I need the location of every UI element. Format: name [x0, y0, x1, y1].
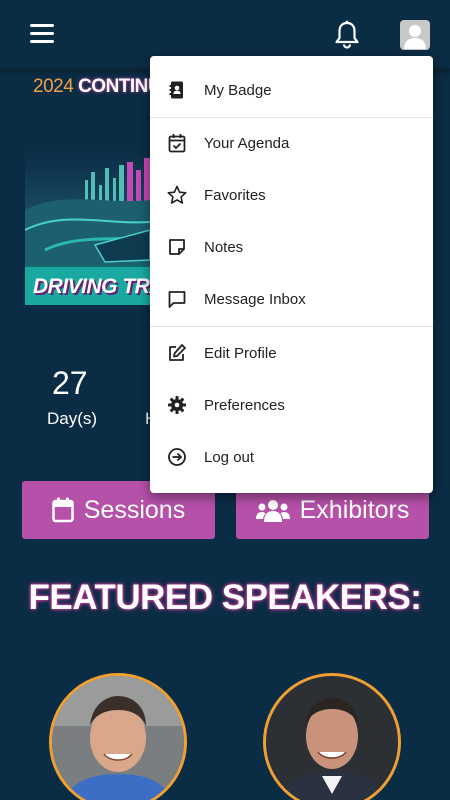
featured-speakers-heading: FEATURED SPEAKERS:	[28, 578, 422, 617]
menu-item-label: My Badge	[204, 81, 272, 99]
sessions-button-label: Sessions	[83, 495, 186, 524]
menu-item-label: Your Agenda	[204, 134, 290, 152]
menu-item-favorites[interactable]: Favorites	[150, 170, 433, 220]
menu-item-label: Message Inbox	[204, 290, 306, 308]
menu-item-label: Preferences	[204, 396, 285, 414]
countdown-days-value: 27	[52, 365, 88, 401]
countdown-days-label: Day(s)	[47, 409, 98, 428]
menu-item-message-inbox[interactable]: Message Inbox	[150, 274, 433, 324]
menu-item-notes[interactable]: Notes	[150, 222, 433, 272]
event-title: 2024 CONTINU	[33, 76, 162, 97]
menu-item-label: Log out	[204, 448, 255, 466]
badge-icon	[169, 81, 183, 99]
menu-item-edit-profile[interactable]: Edit Profile	[150, 328, 433, 378]
menu-divider	[150, 326, 433, 327]
menu-item-label: Notes	[204, 238, 244, 256]
logout-icon	[168, 448, 186, 466]
speaker-photo[interactable]	[49, 673, 187, 800]
user-avatar-icon[interactable]	[400, 20, 430, 50]
menu-item-preferences[interactable]: Preferences	[150, 380, 433, 430]
calendar-check-icon	[168, 134, 186, 153]
speaker-photo[interactable]	[263, 673, 401, 800]
edit-icon	[169, 344, 186, 361]
menu-item-label: Favorites	[204, 186, 266, 204]
users-icon	[255, 500, 290, 522]
bell-icon[interactable]	[333, 20, 361, 50]
hamburger-icon[interactable]	[30, 24, 54, 44]
note-icon	[169, 239, 185, 255]
message-icon	[168, 291, 186, 308]
calendar-icon	[52, 497, 74, 523]
menu-item-log-out[interactable]: Log out	[150, 432, 433, 482]
menu-item-your-agenda[interactable]: Your Agenda	[150, 118, 433, 168]
gear-icon	[168, 396, 186, 414]
profile-dropdown-menu: My Badge Your Agenda Favorites Notes Mes…	[150, 56, 433, 493]
exhibitors-button-label: Exhibitors	[299, 495, 410, 524]
menu-item-my-badge[interactable]: My Badge	[150, 65, 433, 115]
star-icon	[167, 185, 187, 204]
menu-item-label: Edit Profile	[204, 344, 277, 362]
